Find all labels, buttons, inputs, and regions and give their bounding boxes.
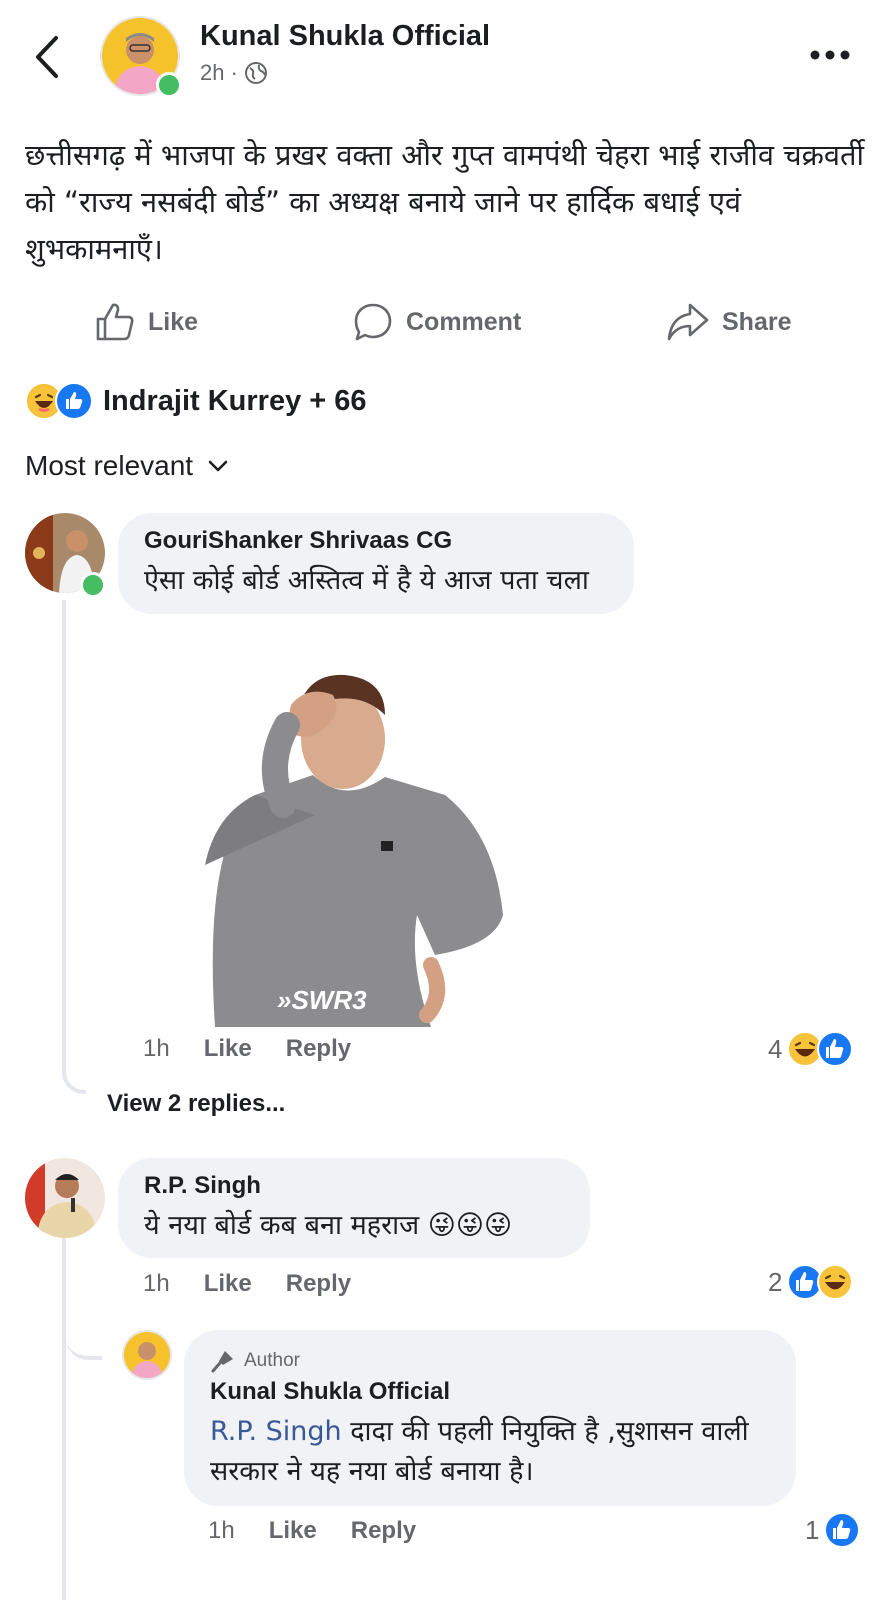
share-arrow-icon — [667, 303, 709, 341]
globe-icon — [244, 62, 267, 84]
sort-label: Most relevant — [25, 450, 194, 481]
comment-reaction-count[interactable]: 4 — [768, 1030, 854, 1068]
like-reaction-icon — [824, 1512, 861, 1548]
comment-text: ये नया बोर्ड कब बना महराज 😜😜😜 — [144, 1210, 513, 1241]
reply-reply-button[interactable]: Reply — [351, 1517, 416, 1545]
reply-text: R.P. Singh दादा की पहली नियुक्ति है ,सुश… — [210, 1412, 770, 1492]
author-badge-label: Author — [244, 1350, 300, 1371]
comment-sort-dropdown[interactable]: Most relevant — [25, 450, 229, 482]
like-label: Like — [148, 307, 199, 336]
thread-connector — [62, 600, 86, 1094]
comment-button[interactable]: Comment — [352, 297, 521, 347]
post-text: छत्तीसगढ़ में भाजपा के प्रखर वक्ता और गु… — [25, 138, 865, 266]
like-button[interactable]: Like — [94, 297, 198, 347]
commenter-avatar[interactable] — [25, 1158, 105, 1238]
chevron-down-icon — [208, 460, 228, 472]
haha-reaction-icon — [817, 1264, 854, 1300]
reaction-count-number: 1 — [805, 1514, 820, 1545]
reactions-summary-text: Indrajit Kurrey + 66 — [103, 384, 367, 417]
page-name[interactable]: Kunal Shukla Official — [200, 20, 490, 53]
like-reaction-icon — [55, 382, 93, 420]
comment-like-button[interactable]: Like — [204, 1270, 252, 1298]
comment-label: Comment — [406, 307, 522, 336]
reply-author[interactable]: Kunal Shukla Official — [210, 1378, 770, 1406]
comment-bubble[interactable]: GouriShanker Shrivaas CG ऐसा कोई बोर्ड अ… — [118, 513, 634, 614]
reply-like-button[interactable]: Like — [269, 1517, 317, 1545]
comment-reply-button[interactable]: Reply — [286, 1270, 351, 1298]
comment-reaction-count[interactable]: 2 — [768, 1263, 854, 1301]
reply-time[interactable]: 1h — [208, 1517, 235, 1545]
comment-time[interactable]: 1h — [143, 1035, 170, 1063]
reaction-count-number: 4 — [768, 1033, 783, 1064]
reply-author-avatar-image — [124, 1332, 170, 1378]
comment-reply-button[interactable]: Reply — [286, 1035, 351, 1063]
reply-author-avatar[interactable] — [122, 1330, 172, 1380]
mention-link[interactable]: R.P. Singh — [210, 1416, 342, 1447]
comment-actions: 1h Like Reply — [143, 1035, 351, 1063]
reactions-summary[interactable]: Indrajit Kurrey + 66 — [25, 382, 367, 420]
comment-gif[interactable]: »SWR3 — [195, 665, 507, 1027]
view-replies-link[interactable]: View 2 replies... — [107, 1090, 285, 1118]
comment-time[interactable]: 1h — [143, 1270, 170, 1298]
comment-like-button[interactable]: Like — [204, 1035, 252, 1063]
post-time[interactable]: 2h — [200, 60, 224, 86]
facepalm-gif-image: »SWR3 — [205, 674, 503, 1027]
comment-author[interactable]: GouriShanker Shrivaas CG — [144, 527, 608, 555]
author-badge: Author — [210, 1348, 770, 1374]
meta-separator: · — [230, 60, 238, 85]
post-meta: 2h · — [200, 60, 268, 86]
share-label: Share — [722, 307, 792, 336]
gif-watermark: »SWR3 — [277, 985, 367, 1015]
reply-bubble[interactable]: Author Kunal Shukla Official R.P. Singh … — [184, 1330, 796, 1506]
comment-bubble-icon — [354, 303, 392, 341]
reply-reaction-count[interactable]: 1 — [805, 1511, 861, 1549]
reaction-count-number: 2 — [768, 1266, 783, 1297]
comment-author[interactable]: R.P. Singh — [144, 1172, 564, 1200]
online-status-dot — [156, 72, 182, 98]
commenter-avatar-image — [25, 1158, 105, 1238]
like-reaction-icon — [817, 1031, 854, 1067]
thumbs-up-icon — [96, 303, 134, 341]
microphone-badge-icon — [211, 1351, 233, 1373]
commenter-online-dot — [80, 572, 106, 598]
reply-actions: 1h Like Reply — [208, 1517, 416, 1545]
more-options-icon[interactable] — [805, 40, 855, 70]
comment-bubble[interactable]: R.P. Singh ये नया बोर्ड कब बना महराज 😜😜😜 — [118, 1158, 590, 1258]
thread-connector — [62, 1238, 106, 1600]
share-button[interactable]: Share — [666, 297, 791, 347]
back-arrow-icon[interactable] — [30, 32, 70, 82]
comment-text: ऐसा कोई बोर्ड अस्तित्व में है ये आज पता … — [144, 565, 589, 596]
comment-actions: 1h Like Reply — [143, 1270, 351, 1298]
